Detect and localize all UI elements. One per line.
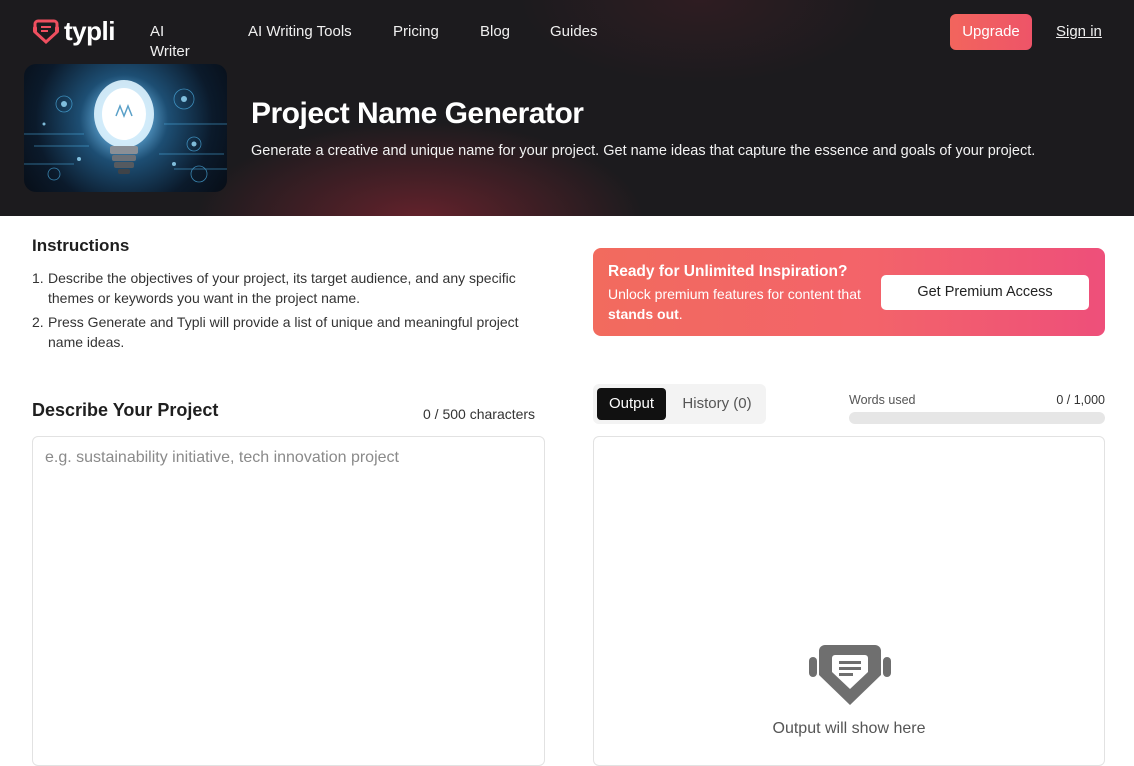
- lightbulb-illustration: [24, 64, 227, 192]
- hero-header: typli AI Writer AI Writing Tools Pricing…: [0, 0, 1134, 216]
- nav-pricing[interactable]: Pricing: [393, 22, 439, 42]
- lightbulb-icon: [24, 80, 227, 183]
- promo-text: Unlock premium features for content that…: [608, 284, 868, 324]
- instructions-title: Instructions: [32, 236, 130, 255]
- project-description-input[interactable]: [32, 436, 545, 766]
- tab-history[interactable]: History (0): [673, 388, 761, 420]
- step-text: Press Generate and Typli will provide a …: [48, 314, 519, 350]
- page-title: Project Name Generator: [251, 97, 584, 130]
- instruction-step: 1. Describe the objectives of your proje…: [32, 268, 532, 308]
- promo-text-end: .: [678, 306, 683, 322]
- logo-text: typli: [64, 16, 115, 46]
- tab-output[interactable]: Output: [597, 388, 666, 420]
- instructions-list: 1. Describe the objectives of your proje…: [32, 268, 532, 356]
- nav-ai-writing-tools[interactable]: AI Writing Tools: [248, 22, 352, 42]
- step-text: Describe the objectives of your project,…: [48, 270, 516, 306]
- nav-blog[interactable]: Blog: [480, 22, 510, 42]
- words-used-progress-bar: [849, 412, 1105, 424]
- output-placeholder-text: Output will show here: [772, 720, 926, 737]
- page-subtitle: Generate a creative and unique name for …: [251, 143, 1036, 159]
- words-used-count: 0 / 1,000: [1056, 393, 1105, 407]
- instruction-step: 2. Press Generate and Typli will provide…: [32, 312, 532, 352]
- upgrade-button[interactable]: Upgrade: [950, 14, 1032, 50]
- sign-in-link[interactable]: Sign in: [1056, 22, 1102, 42]
- typli-logo-icon: [33, 19, 59, 44]
- promo-text-bold: stands out: [608, 306, 679, 322]
- words-used-label: Words used: [849, 393, 916, 407]
- typli-logo-icon: [809, 645, 891, 705]
- get-premium-access-button[interactable]: Get Premium Access: [881, 275, 1089, 310]
- nav-ai-writer[interactable]: AI Writer: [150, 22, 190, 62]
- output-panel: Output will show here: [593, 436, 1105, 766]
- typli-logo[interactable]: typli: [32, 18, 115, 44]
- nav-guides[interactable]: Guides: [550, 22, 598, 42]
- promo-text-start: Unlock premium features for content that: [608, 286, 861, 302]
- promo-title: Ready for Unlimited Inspiration?: [608, 263, 848, 280]
- step-number: 1.: [32, 270, 44, 286]
- describe-project-title: Describe Your Project: [32, 400, 219, 420]
- output-tabs: Output History (0): [593, 384, 766, 424]
- step-number: 2.: [32, 314, 44, 330]
- character-counter: 0 / 500 characters: [423, 406, 536, 422]
- premium-promo-banner: Ready for Unlimited Inspiration? Unlock …: [593, 248, 1105, 336]
